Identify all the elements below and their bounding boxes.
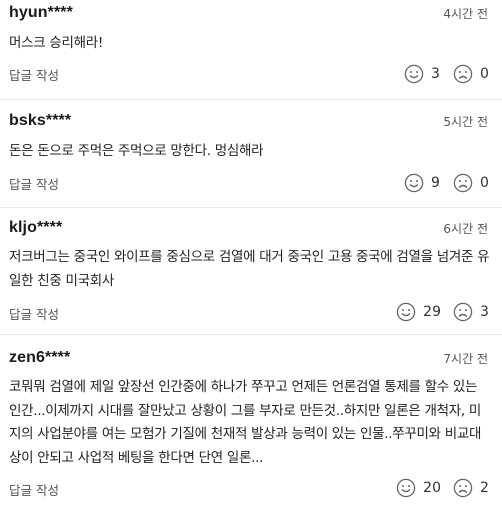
comment-line: 지의 사업분야를 여는 모험가 기질에 천재적 발상과 능력이 있는 인물..쭈… xyxy=(9,426,482,442)
comment-time: 4시간 전 xyxy=(443,7,488,21)
comment-header: bsks**** 5시간 전 xyxy=(9,108,488,138)
smile-face-icon xyxy=(396,302,416,322)
like-button[interactable]: 3 xyxy=(404,64,441,84)
dislike-count: 0 xyxy=(480,66,489,82)
comment-item: hyun**** 4시간 전 머스크 승리해라! 답글 작성 3 0 xyxy=(0,0,502,100)
comment-author[interactable]: hyun**** xyxy=(9,4,73,22)
comment-author[interactable]: kljo**** xyxy=(9,219,62,237)
comment-time: 6시간 전 xyxy=(443,222,488,236)
comment-header: hyun**** 4시간 전 xyxy=(9,0,488,30)
reply-button[interactable]: 답글 작성 xyxy=(9,480,59,499)
vote-bar: 20 2 xyxy=(396,477,490,499)
frown-face-icon xyxy=(453,302,473,322)
comment-author[interactable]: bsks**** xyxy=(9,112,71,130)
dislike-button[interactable]: 0 xyxy=(453,173,490,193)
comment-line: 머스크 승리해라! xyxy=(9,35,103,51)
comment-body: 코뭐뭐 검열에 제일 앞장선 인간중에 하나가 쭈꾸고 언제든 언론검열 통제를… xyxy=(9,376,488,470)
comment-list: hyun**** 4시간 전 머스크 승리해라! 답글 작성 3 0 bsks*… xyxy=(0,0,502,508)
reply-button[interactable]: 답글 작성 xyxy=(9,174,59,193)
comment-item: zen6**** 7시간 전 코뭐뭐 검열에 제일 앞장선 인간중에 하나가 쭈… xyxy=(0,345,502,508)
comment-line: 인간...이제까지 시대를 잘만났고 상황이 그를 부자로 만든것..하지만 일… xyxy=(9,402,481,419)
comment-item: kljo**** 6시간 전 저크버그는 중국인 와이프를 중심으로 검열에 대… xyxy=(0,215,502,335)
dislike-button[interactable]: 2 xyxy=(453,478,490,498)
comment-body: 머스크 승리해라! xyxy=(9,32,488,56)
comment-body: 저크버그는 중국인 와이프를 중심으로 검열에 대거 중국인 고용 중국에 검열… xyxy=(9,246,490,293)
vote-bar: 29 3 xyxy=(396,301,490,323)
comment-header: zen6**** 7시간 전 xyxy=(9,345,488,375)
comment-item: bsks**** 5시간 전 돈은 돈으로 주먹은 주먹으로 망한다. 멍심해라… xyxy=(0,108,502,208)
like-count: 3 xyxy=(431,66,440,82)
dislike-count: 3 xyxy=(480,304,489,320)
comment-line: 저크버그는 중국인 와이프를 중심으로 검열에 대거 중국인 고용 중국에 검열… xyxy=(9,249,490,265)
frown-face-icon xyxy=(453,173,473,193)
like-count: 9 xyxy=(431,175,440,191)
dislike-count: 2 xyxy=(480,480,489,496)
vote-bar: 9 0 xyxy=(404,172,490,194)
smile-face-icon xyxy=(404,173,424,193)
like-button[interactable]: 9 xyxy=(404,173,441,193)
comment-time: 7시간 전 xyxy=(443,352,488,366)
frown-face-icon xyxy=(453,64,473,84)
like-button[interactable]: 29 xyxy=(396,302,441,322)
comment-time: 5시간 전 xyxy=(443,115,488,129)
reply-button[interactable]: 답글 작성 xyxy=(9,65,59,84)
comment-line: 일한 친중 미국회사 xyxy=(9,272,114,289)
dislike-button[interactable]: 0 xyxy=(453,64,490,84)
vote-bar: 3 0 xyxy=(404,63,490,85)
comment-line: 상이 안되고 사업적 베팅을 한다면 단연 일론... xyxy=(9,449,264,466)
comment-author[interactable]: zen6**** xyxy=(9,349,70,367)
dislike-button[interactable]: 3 xyxy=(453,302,490,322)
comment-header: kljo**** 6시간 전 xyxy=(9,215,488,245)
like-button[interactable]: 20 xyxy=(396,478,441,498)
comment-line: 코뭐뭐 검열에 제일 앞장선 인간중에 하나가 쭈꾸고 언제든 언론검열 통제를… xyxy=(9,379,478,395)
smile-face-icon xyxy=(404,64,424,84)
like-count: 29 xyxy=(423,304,441,320)
frown-face-icon xyxy=(453,478,473,498)
smile-face-icon xyxy=(396,478,416,498)
comment-body: 돈은 돈으로 주먹은 주먹으로 망한다. 멍심해라 xyxy=(9,140,488,164)
comment-line: 돈은 돈으로 주먹은 주먹으로 망한다. 멍심해라 xyxy=(9,143,264,159)
reply-button[interactable]: 답글 작성 xyxy=(9,304,59,323)
dislike-count: 0 xyxy=(480,175,489,191)
like-count: 20 xyxy=(423,480,441,496)
